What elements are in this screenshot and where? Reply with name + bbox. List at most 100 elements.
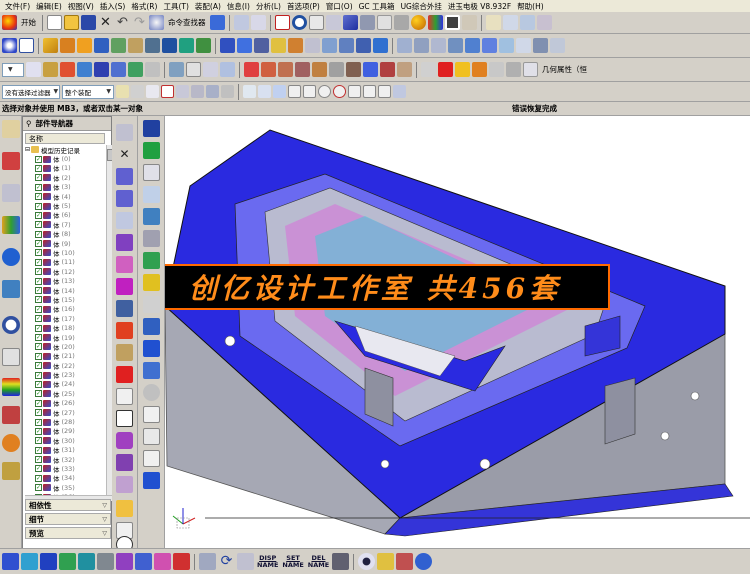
tree-row[interactable]: ✓ 体 (32): [25, 455, 105, 465]
tree-row[interactable]: ✓ 体 (8): [25, 230, 105, 239]
visibility-checkbox[interactable]: ✓: [35, 427, 42, 435]
visibility-checkbox[interactable]: ✓: [35, 437, 42, 445]
edge-blend-icon[interactable]: [271, 38, 286, 53]
teal-cube-icon[interactable]: [78, 553, 95, 570]
menu-preferences[interactable]: 首选项(P): [284, 1, 323, 12]
wrench-icon[interactable]: [506, 62, 521, 77]
split-body-icon[interactable]: [356, 38, 371, 53]
menu-info[interactable]: 信息(I): [224, 1, 253, 12]
visibility-checkbox[interactable]: ✓: [35, 193, 42, 201]
cycle-icon[interactable]: [237, 553, 254, 570]
green-cube-icon[interactable]: [59, 553, 76, 570]
hole-icon[interactable]: [111, 38, 126, 53]
visibility-checkbox[interactable]: ✓: [35, 240, 42, 248]
arrow-left-icon[interactable]: [116, 168, 133, 185]
block-icon[interactable]: [77, 38, 92, 53]
line-snap-icon[interactable]: [288, 85, 301, 98]
purple-cube-icon[interactable]: [116, 553, 133, 570]
visibility-checkbox[interactable]: ✓: [35, 258, 42, 266]
brush-icon[interactable]: [396, 553, 414, 570]
visibility-checkbox[interactable]: ✓: [35, 484, 42, 492]
shell-icon[interactable]: [305, 38, 320, 53]
mid-point-icon[interactable]: [258, 85, 271, 98]
start-button[interactable]: 开始: [19, 17, 38, 28]
mold-base-icon[interactable]: [295, 62, 310, 77]
visibility-checkbox[interactable]: ✓: [35, 202, 42, 210]
assembly-scope-dropdown[interactable]: 整个装配 ▼: [62, 84, 114, 99]
del-name-button[interactable]: DEL NAME: [307, 554, 330, 569]
measure-body-icon[interactable]: [220, 62, 235, 77]
intersect-icon[interactable]: [254, 38, 269, 53]
perpendicular-icon[interactable]: [363, 85, 376, 98]
standard-part-icon[interactable]: [312, 62, 327, 77]
undo-icon[interactable]: ↶: [115, 15, 130, 30]
extrude-icon[interactable]: [43, 38, 58, 53]
fit-view-icon[interactable]: [274, 15, 290, 30]
patch-icon[interactable]: [550, 38, 565, 53]
measure-distance-icon[interactable]: [186, 62, 201, 77]
visibility-checkbox[interactable]: ✓: [35, 390, 42, 398]
background-icon[interactable]: [444, 15, 460, 30]
curve-icon[interactable]: [77, 62, 92, 77]
arrow-right-icon[interactable]: [116, 190, 133, 207]
wedge-icon[interactable]: [116, 322, 133, 339]
tree-row[interactable]: ✓ 体 (6): [25, 211, 105, 220]
sketch-plane-icon[interactable]: [19, 38, 34, 53]
select-all-icon[interactable]: [116, 85, 129, 98]
arrow-tool-icon[interactable]: [502, 15, 518, 30]
note-icon[interactable]: [143, 450, 160, 467]
blue-grid-icon[interactable]: [143, 362, 160, 379]
menu-view[interactable]: 视图(V): [65, 1, 97, 12]
info-circle-icon[interactable]: [415, 553, 433, 570]
visibility-checkbox[interactable]: ✓: [35, 399, 42, 407]
tree-row[interactable]: ✓ 体 (20): [25, 342, 105, 352]
zoom-icon[interactable]: [291, 15, 307, 30]
tree-row[interactable]: ✓ 体 (7): [25, 220, 105, 230]
menu-help[interactable]: 帮助(H): [514, 1, 547, 12]
gear-icon[interactable]: [143, 384, 160, 401]
color-scale-icon[interactable]: [2, 378, 20, 396]
yellow-box-icon[interactable]: [455, 62, 470, 77]
purple-square-icon[interactable]: [116, 454, 133, 471]
tree-row[interactable]: ✓ 体 (11): [25, 258, 105, 267]
resize-icon[interactable]: [499, 38, 514, 53]
red-shape-icon[interactable]: [173, 553, 190, 570]
layer-stack-icon[interactable]: [116, 344, 133, 361]
wave-link-icon[interactable]: [169, 62, 184, 77]
assembly-navigator-icon[interactable]: [2, 152, 20, 170]
datum-plane-icon[interactable]: [43, 62, 58, 77]
dependencies-section[interactable]: 相依性 ▽: [25, 499, 111, 511]
mirror-icon[interactable]: [414, 38, 429, 53]
bottle-icon[interactable]: [332, 553, 350, 570]
details-section[interactable]: 细节 ▽: [25, 513, 111, 525]
save-icon[interactable]: [81, 15, 96, 30]
tree-row[interactable]: ✓ 体 (21): [25, 352, 105, 361]
blue-cube-icon[interactable]: [40, 553, 57, 570]
pattern-icon[interactable]: [397, 38, 412, 53]
tree-row[interactable]: ✓ 体 (24): [25, 380, 105, 389]
process-studio-icon[interactable]: [2, 406, 20, 424]
cone-icon[interactable]: [143, 208, 160, 225]
blue-plane-icon[interactable]: [135, 553, 152, 570]
system-materials-icon[interactable]: [2, 348, 20, 366]
tree-row[interactable]: ✓ 体 (29): [25, 427, 105, 436]
tree-row[interactable]: ✓ 体 (13): [25, 276, 105, 286]
menu-format[interactable]: 格式(R): [128, 1, 160, 12]
visibility-checkbox[interactable]: ✓: [35, 249, 42, 257]
pan-icon[interactable]: [308, 15, 324, 30]
refresh-icon[interactable]: ⟳: [218, 553, 235, 570]
end-point-icon[interactable]: [243, 85, 256, 98]
intersection-icon[interactable]: [348, 85, 361, 98]
cut-icon[interactable]: ✕: [98, 15, 113, 30]
shaded-icon[interactable]: [393, 15, 409, 30]
revolve-icon[interactable]: [60, 38, 75, 53]
geometry-property-icon[interactable]: [523, 62, 538, 77]
tree-row[interactable]: ✓ 体 (1): [25, 164, 105, 173]
visibility-checkbox[interactable]: ✓: [35, 211, 42, 219]
pin-icon[interactable]: ⚲: [26, 119, 32, 128]
synchronous-icon[interactable]: [482, 38, 497, 53]
point-on-face-icon[interactable]: [393, 85, 406, 98]
tree-row[interactable]: ✓ 体 (0): [25, 154, 105, 164]
nx-logo-icon[interactable]: [2, 38, 17, 53]
component-icon[interactable]: [128, 62, 143, 77]
